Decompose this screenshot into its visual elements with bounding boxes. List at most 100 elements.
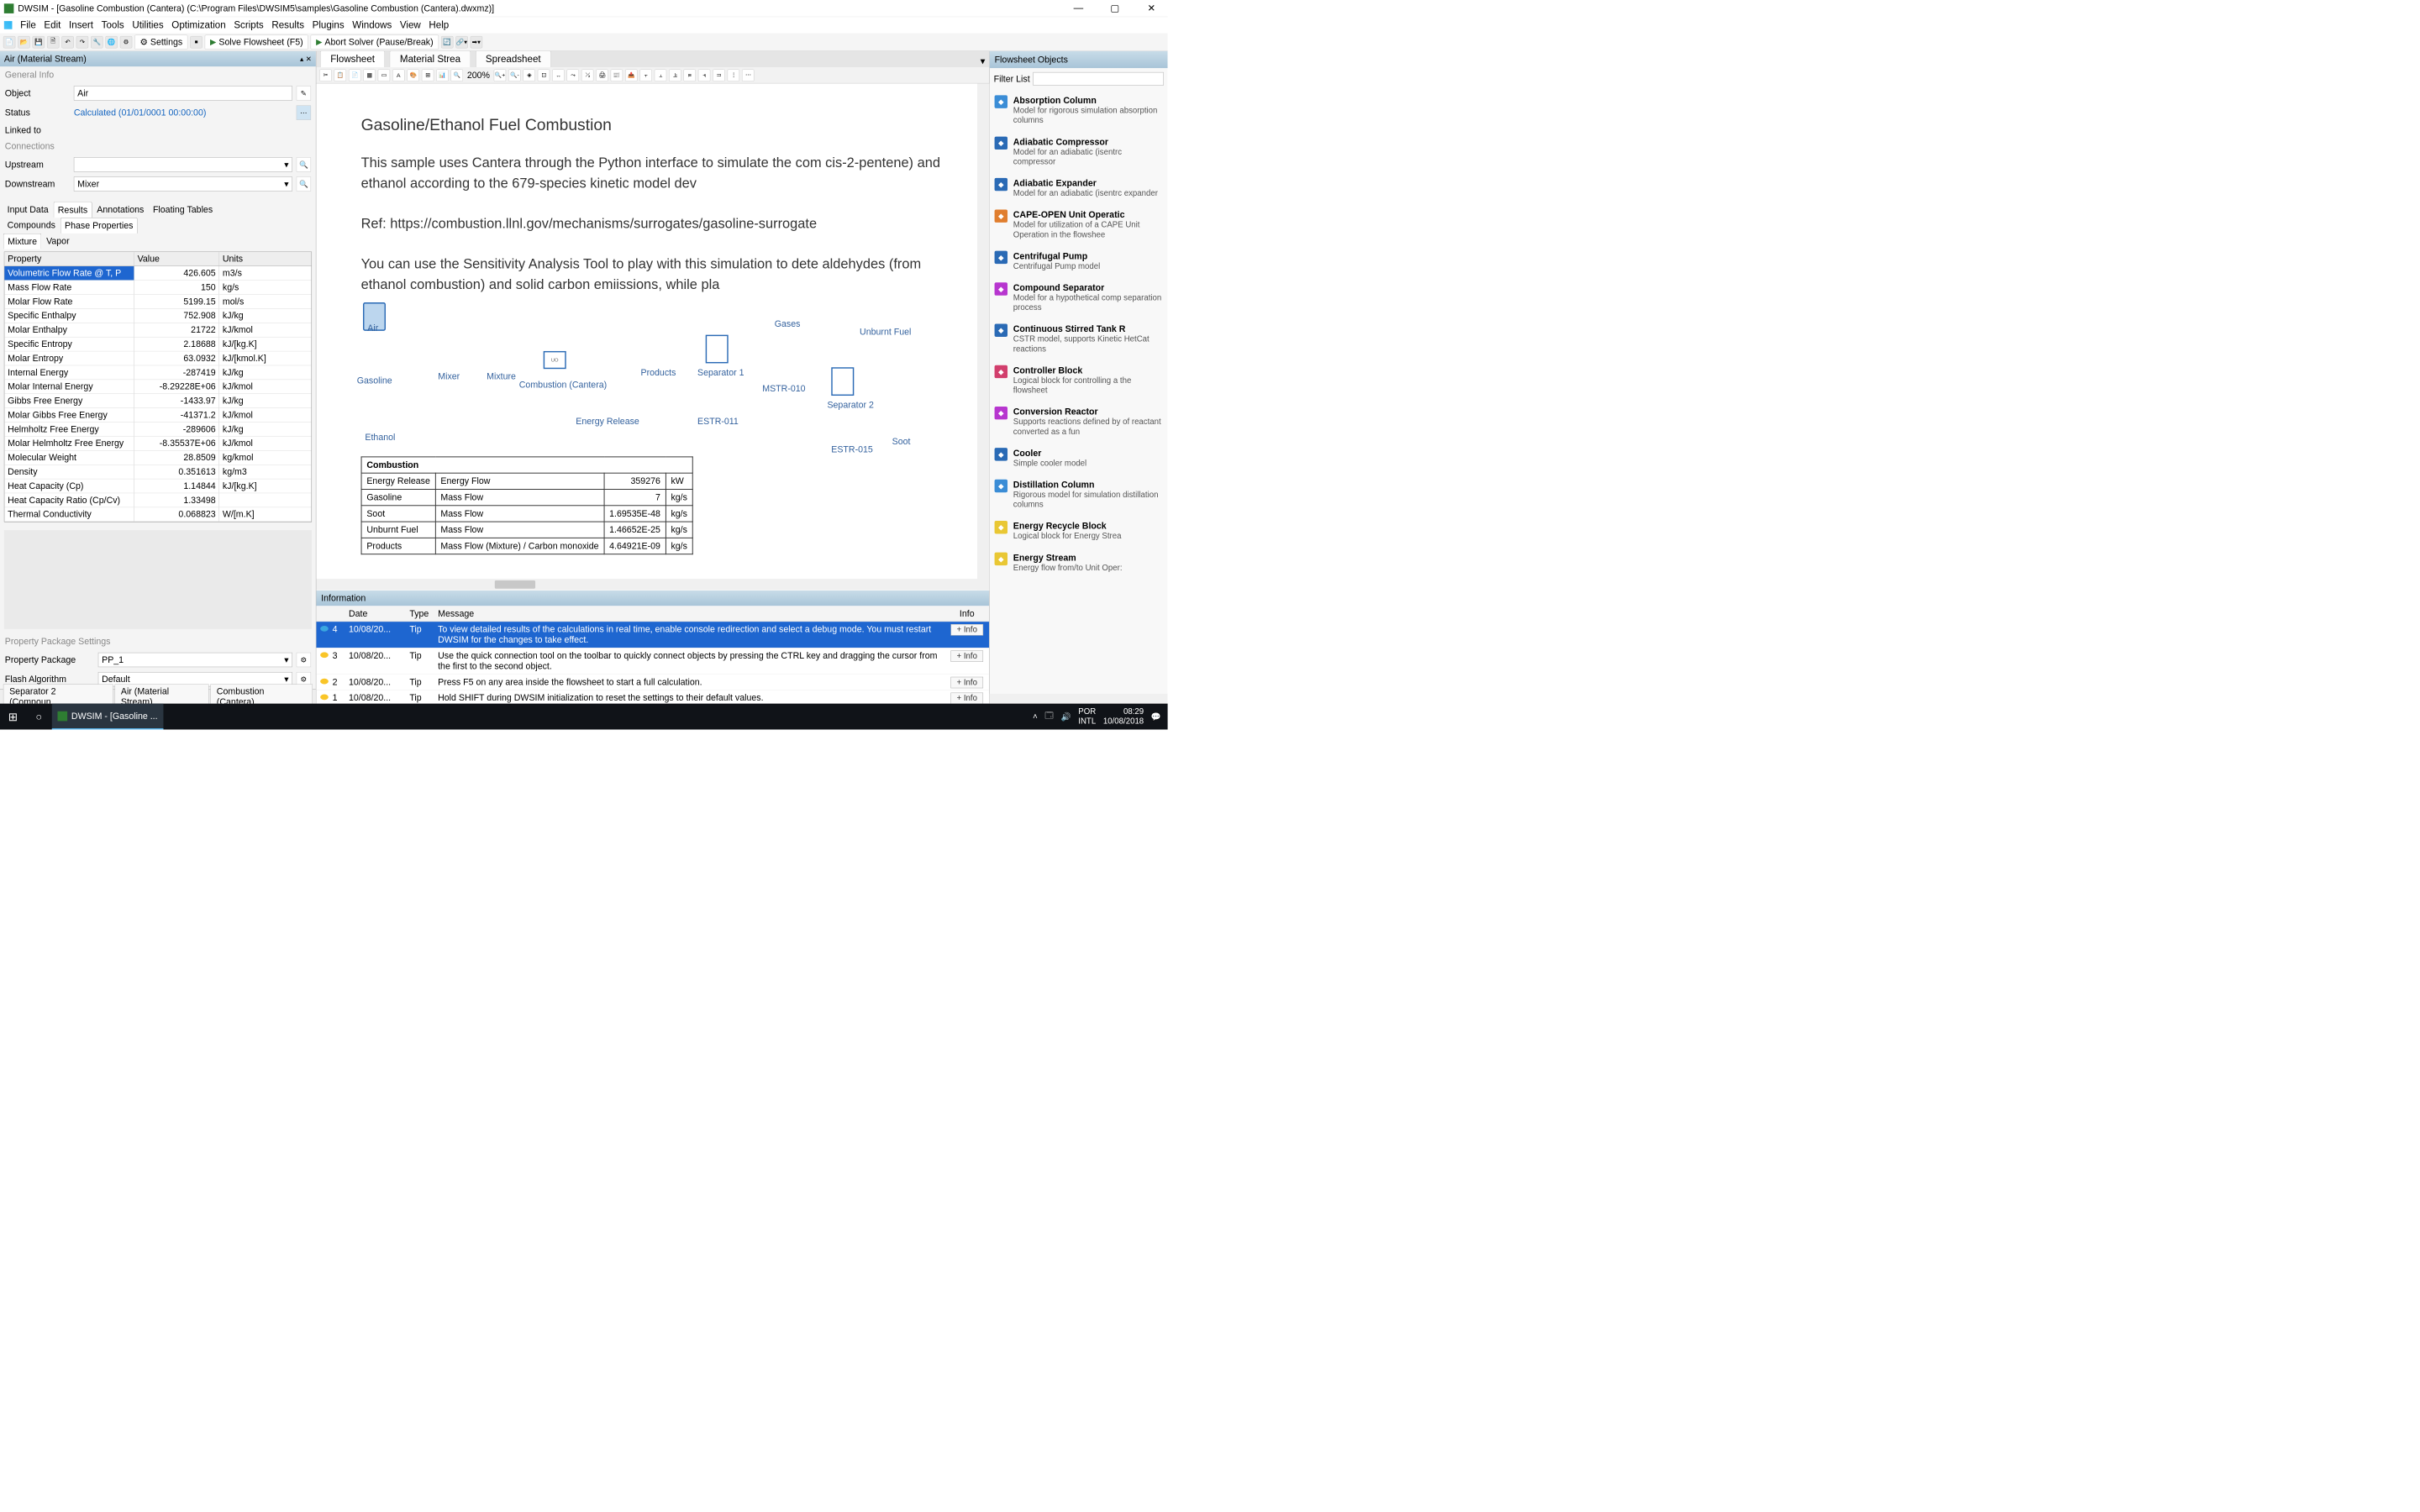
snap-icon[interactable]: ⊡ [538,69,550,81]
new-icon[interactable]: 📄 [3,36,15,48]
flowsheet-canvas[interactable]: Gasoline/Ethanol Fuel Combustion This sa… [316,83,989,590]
sep1-block[interactable] [706,335,729,364]
search-button[interactable]: ○ [26,704,52,730]
menu-view[interactable]: View [400,19,421,31]
grid-row[interactable]: Volumetric Flow Rate @ T, P426.605m3/s [4,266,311,281]
dist-v-icon[interactable]: ⋯ [742,69,754,81]
grid-row[interactable]: Molar Internal Energy-8.29228E+06kJ/kmol [4,380,311,394]
close-button[interactable]: ✕ [1139,3,1164,14]
menu-file[interactable]: File [20,19,36,31]
menu-utilities[interactable]: Utilities [132,19,163,31]
object-item[interactable]: ◆Adiabatic ExpanderModel for an adiabati… [993,172,1165,204]
cut-icon[interactable]: ✂ [319,69,331,81]
abort-button[interactable]: ▶Abort Solver (Pause/Break) [311,34,439,49]
object-item[interactable]: ◆CAPE-OPEN Unit OperaticModel for utiliz… [993,204,1165,245]
object-item[interactable]: ◆Compound SeparatorModel for a hypotheti… [993,277,1165,318]
globe-icon[interactable]: 🌐 [105,36,117,48]
tab-mixture[interactable]: Mixture [3,234,41,249]
objects-list[interactable]: ◆Absorption ColumnModel for rigorous sim… [990,90,1168,694]
canvas-hscroll[interactable] [316,579,989,591]
downstream-combo[interactable]: Mixer▾ [74,176,292,191]
align-icon[interactable]: ↔ [552,69,564,81]
alignc-icon[interactable]: ⫠ [655,69,666,81]
undo-icon[interactable]: ↶ [61,36,73,48]
grid-row[interactable]: Helmholtz Free Energy-289606kJ/kg [4,423,311,437]
object-item[interactable]: ◆Adiabatic CompressorModel for an adiaba… [993,131,1165,172]
status-options-icon[interactable]: ⋯ [297,105,311,119]
grid-icon[interactable]: ▦ [363,69,375,81]
stop-icon[interactable]: ⏹ [190,36,202,48]
arrow-icon[interactable]: ➡▾ [471,36,482,48]
export-icon[interactable]: 📤 [625,69,637,81]
center-icon[interactable]: ◈ [523,69,535,81]
tab-flowsheet[interactable]: Flowsheet [320,51,385,67]
alignb-icon[interactable]: ⫤ [713,69,724,81]
chart-icon[interactable]: 📊 [436,69,448,81]
minimize-button[interactable]: — [1066,3,1091,14]
table-icon[interactable]: ⊞ [422,69,434,81]
printpreview-icon[interactable]: 📰 [611,69,623,81]
zoomin-icon[interactable]: 🔍+ [494,69,506,81]
color-icon[interactable]: 🎨 [407,69,418,81]
object-item[interactable]: ◆Distillation ColumnRigorous model for s… [993,474,1165,515]
grid-row[interactable]: Specific Enthalpy752.908kJ/kg [4,309,311,323]
object-item[interactable]: ◆Centrifugal PumpCentrifugal Pump model [993,245,1165,277]
menu-tools[interactable]: Tools [102,19,124,31]
tab-floatingtables[interactable]: Floating Tables [149,202,217,218]
menu-optimization[interactable]: Optimization [171,19,225,31]
grid-row[interactable]: Thermal Conductivity0.068823W/[m.K] [4,507,311,522]
grid-row[interactable]: Molar Helmholtz Free Energy-8.35537E+06k… [4,437,311,451]
info-row[interactable]: 210/08/20...TipPress F5 on any area insi… [316,675,989,690]
pkg-combo[interactable]: PP_1▾ [98,653,292,667]
object-input[interactable] [74,86,292,100]
paste-icon[interactable]: 📄 [349,69,360,81]
start-button[interactable]: ⊞ [0,704,26,730]
tabs-dropdown-icon[interactable]: ▾ [981,55,986,67]
copy-icon[interactable]: 📋 [334,69,346,81]
tab-vapor[interactable]: Vapor [42,234,73,249]
upstream-goto-icon[interactable]: 🔍 [297,157,311,171]
object-item[interactable]: ◆Continuous Stirred Tank RCSTR model, su… [993,318,1165,360]
zoomout-icon[interactable]: 🔍- [508,69,520,81]
object-item[interactable]: ◆Absorption ColumnModel for rigorous sim… [993,90,1165,131]
object-item[interactable]: ◆Energy StreamEnergy flow from/to Unit O… [993,547,1165,579]
disconnect-icon[interactable]: ⤯ [581,69,593,81]
alignl-icon[interactable]: ⫟ [640,69,652,81]
btab-air[interactable]: Air (Material Stream) [115,684,209,703]
link-icon[interactable]: 🔗▾ [455,36,467,48]
select-icon[interactable]: ▭ [378,69,390,81]
info-row[interactable]: 410/08/20...TipTo view detailed results … [316,622,989,648]
dist-h-icon[interactable]: ⋮ [728,69,739,81]
grid-row[interactable]: Specific Entropy2.18688kJ/[kg.K] [4,337,311,351]
btab-combustion[interactable]: Combustion (Cantera). [211,684,313,703]
font-icon[interactable]: A [392,69,404,81]
alignr-icon[interactable]: ⫡ [669,69,681,81]
menu-help[interactable]: Help [429,19,449,31]
canvas-vscroll[interactable] [977,83,989,590]
refresh-icon[interactable]: 🔄 [441,36,453,48]
object-edit-icon[interactable]: ✎ [297,86,311,100]
tray-sound-icon[interactable]: 🔊 [1061,711,1071,722]
pkg-settings-icon[interactable]: ⚙ [297,653,311,667]
tab-phaseproperties[interactable]: Phase Properties [60,218,138,234]
filter-input[interactable] [1034,72,1164,86]
taskbar-app[interactable]: DWSIM - [Gasoline ... [52,704,164,730]
tab-inputdata[interactable]: Input Data [3,202,53,218]
object-item[interactable]: ◆Conversion ReactorSupports reactions de… [993,401,1165,442]
grid-row[interactable]: Density0.351613kg/m3 [4,465,311,479]
grid-row[interactable]: Heat Capacity Ratio (Cp/Cv)1.33498 [4,493,311,507]
tab-compounds[interactable]: Compounds [3,218,60,234]
sep2-block[interactable] [831,367,854,396]
panel-close-icon[interactable]: ▴ ✕ [300,55,312,63]
redo-icon[interactable]: ↷ [76,36,88,48]
menu-results[interactable]: Results [271,19,304,31]
tray-lang[interactable]: PORINTL [1078,706,1096,726]
object-item[interactable]: ◆Controller BlockLogical block for contr… [993,360,1165,401]
tab-results[interactable]: Results [53,202,92,218]
upstream-combo[interactable]: ▾ [74,157,292,171]
grid-row[interactable]: Mass Flow Rate150kg/s [4,281,311,295]
grid-row[interactable]: Molar Enthalpy21722kJ/kmol [4,323,311,338]
objects-hscroll[interactable] [990,694,1168,704]
zoomfit-icon[interactable]: 🔍 [451,69,463,81]
tray-up-icon[interactable]: ˄ [1033,712,1038,722]
